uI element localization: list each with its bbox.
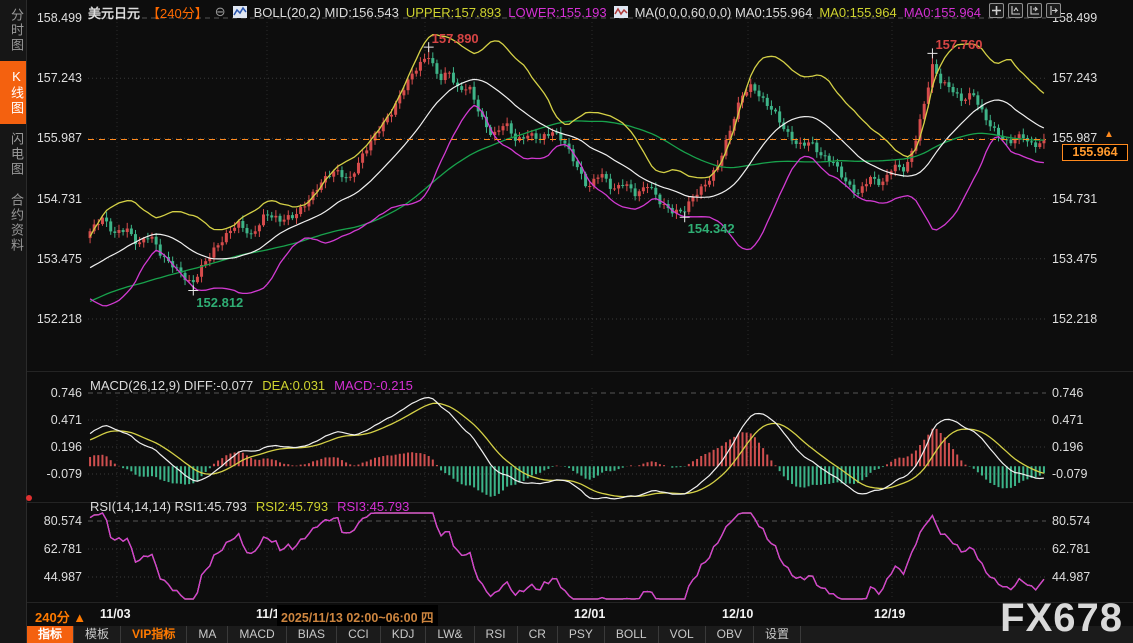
ma3-value: MA0:155.964	[904, 5, 981, 20]
axis-label-right: 157.243	[1052, 71, 1122, 85]
axis-label-left: 0.746	[24, 386, 82, 400]
axis-label-right: 154.731	[1052, 192, 1122, 206]
toolbar-item-BIAS[interactable]: BIAS	[287, 626, 337, 643]
time-axis: 240分 ▲ 2025/11/13 02:00~06:00 四 11/0311/…	[27, 603, 1133, 626]
toolbar-item-MACD[interactable]: MACD	[228, 626, 286, 643]
axis-label-left: 155.987	[24, 131, 82, 145]
chart-app: 分时图 K线图 闪电图 合约资料 美元日元 【240分】 ⊖ BOLL(20,2…	[0, 0, 1133, 643]
rsi-pane-header: RSI(14,14,14) RSI1:45.793 RSI2:45.793 RS…	[90, 499, 409, 514]
symbol-title: 美元日元	[88, 3, 140, 22]
axis-label-left: 153.475	[24, 252, 82, 266]
crosshair-icon[interactable]	[989, 3, 1004, 18]
toolbar-item-RSI[interactable]: RSI	[475, 626, 518, 643]
toolbar-item-模板[interactable]: 模板	[74, 626, 121, 643]
boll-lower-value: LOWER:155.193	[508, 5, 606, 20]
axis-label-right: 0.471	[1052, 413, 1122, 427]
axis-label-right: 152.218	[1052, 312, 1122, 326]
ma2-value: MA0:155.964	[819, 5, 896, 20]
low-price-annotation: 154.342	[688, 221, 735, 236]
macd-dea-value: DEA:0.031	[262, 378, 325, 393]
toolbar-item-CCI[interactable]: CCI	[337, 626, 381, 643]
boll-upper-value: UPPER:157.893	[406, 5, 501, 20]
macd-histogram	[90, 429, 1044, 497]
macd-pane-header: MACD(26,12,9) DIFF:-0.077 DEA:0.031 MACD…	[90, 378, 413, 393]
indicator-toolbar: 指标模板VIP指标MAMACDBIASCCIKDJLW&RSICRPSYBOLL…	[27, 626, 1133, 643]
axis-label-left: 158.499	[24, 11, 82, 25]
axis-label-right: 0.746	[1052, 386, 1122, 400]
rsi2-value: RSI2:45.793	[256, 499, 328, 514]
axis-label-left: 62.781	[24, 542, 82, 556]
rsi1-line	[90, 513, 1044, 599]
boll-mid-line	[90, 79, 1044, 267]
axis-label-right: 0.196	[1052, 440, 1122, 454]
rsi3-line	[90, 513, 1044, 599]
extreme-markers	[188, 42, 937, 295]
time-label: 12/10	[722, 607, 753, 621]
time-label: 11/03	[100, 607, 131, 621]
candlesticks	[89, 47, 1046, 290]
toolbar-item-OBV[interactable]: OBV	[706, 626, 754, 643]
axis-label-right: 153.475	[1052, 252, 1122, 266]
shift-right-icon[interactable]	[1046, 3, 1061, 18]
cursor-date-tooltip: 2025/11/13 02:00~06:00 四	[277, 605, 438, 628]
axis-scale-icon[interactable]	[1008, 3, 1023, 18]
toolbar-item-VOL[interactable]: VOL	[659, 626, 706, 643]
axis-label-right: 62.781	[1052, 542, 1122, 556]
toolbar-item-PSY[interactable]: PSY	[558, 626, 605, 643]
period-label[interactable]: 【240分】	[147, 3, 208, 22]
axis-label-right: 80.574	[1052, 514, 1122, 528]
axis-label-right: -0.079	[1052, 467, 1122, 481]
axis-label-left: 154.731	[24, 192, 82, 206]
rsi1-value: RSI(14,14,14) RSI1:45.793	[90, 499, 247, 514]
toolbar-item-LW&[interactable]: LW&	[426, 626, 474, 643]
ma60-line	[90, 121, 1044, 302]
rsi3-value: RSI3:45.793	[337, 499, 409, 514]
toolbar-item-BOLL[interactable]: BOLL	[605, 626, 659, 643]
axis-label-left: 152.218	[24, 312, 82, 326]
axis-label-right: 44.987	[1052, 570, 1122, 584]
low-price-annotation: 152.812	[196, 295, 243, 310]
latest-price-marker-icon: ▲	[1104, 130, 1114, 140]
macd-dea-line	[90, 403, 1044, 496]
collapse-icon[interactable]: ⊖	[215, 4, 226, 20]
pane-expand-icon[interactable]	[1027, 3, 1042, 18]
fx678-watermark: FX678	[1000, 596, 1123, 641]
axis-label-right: 158.499	[1052, 11, 1122, 25]
toolbar-item-MA[interactable]: MA	[187, 626, 228, 643]
boll-values: BOLL(20,2) MID:156.543	[254, 5, 399, 20]
last-price-tag: 155.964	[1062, 144, 1128, 161]
red-dot-marker[interactable]	[26, 495, 32, 501]
axis-label-left: -0.079	[24, 467, 82, 481]
toolbar-item-KDJ[interactable]: KDJ	[381, 626, 427, 643]
axis-label-left: 0.471	[24, 413, 82, 427]
macd-value: MACD:-0.215	[334, 378, 413, 393]
high-price-annotation: 157.890	[432, 31, 479, 46]
axis-label-left: 157.243	[24, 71, 82, 85]
toolbar-item-CR[interactable]: CR	[518, 626, 558, 643]
time-label: 12/01	[574, 607, 605, 621]
boll-indicator-icon[interactable]	[233, 6, 247, 18]
axis-label-left: 44.987	[24, 570, 82, 584]
time-label: 12/19	[874, 607, 905, 621]
chart-header: 美元日元 【240分】 ⊖ BOLL(20,2) MID:156.543 UPP…	[88, 2, 981, 22]
axis-label-left: 0.196	[24, 440, 82, 454]
axis-label-left: 80.574	[24, 514, 82, 528]
toolbar-item-设置[interactable]: 设置	[754, 626, 801, 643]
ma-values: MA(0,0,0,60,0,0) MA0:155.964	[635, 5, 813, 20]
rsi2-line	[90, 513, 1044, 599]
chart-canvas[interactable]	[0, 0, 1133, 643]
chart-tools	[989, 3, 1061, 18]
toolbar-item-VIP指标[interactable]: VIP指标	[121, 626, 187, 643]
period-selector[interactable]: 240分 ▲	[35, 607, 86, 626]
high-price-annotation: 157.760	[935, 37, 982, 52]
ma-indicator-icon[interactable]	[614, 6, 628, 18]
macd-diff-value: MACD(26,12,9) DIFF:-0.077	[90, 378, 253, 393]
toolbar-item-指标[interactable]: 指标	[27, 626, 74, 643]
